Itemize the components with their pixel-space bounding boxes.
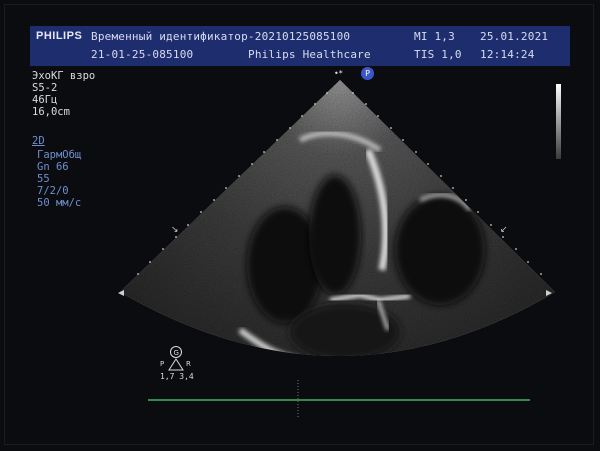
right-chamber [395,195,485,305]
grayscale-bar [556,84,561,159]
ultrasound-sector-image: ↘ ↙ •* [118,69,555,356]
left-focus-marker: ↘ [171,225,179,235]
apex-marker: •* [334,69,343,78]
septum-chamber [309,175,361,295]
right-focus-marker: ↙ [500,225,508,235]
probe-orientation-icon: P [361,67,374,80]
ultrasound-screen: PHILIPS Временный идентификатор-20210125… [0,0,600,451]
orientation-left-label: P [160,360,164,368]
ecg-trace [148,399,530,401]
orientation-right-label: R [186,360,191,368]
orientation-values: 1,7 3,4 [160,372,194,381]
orientation-badge: G [174,349,179,357]
left-depth-arrow [118,290,124,296]
